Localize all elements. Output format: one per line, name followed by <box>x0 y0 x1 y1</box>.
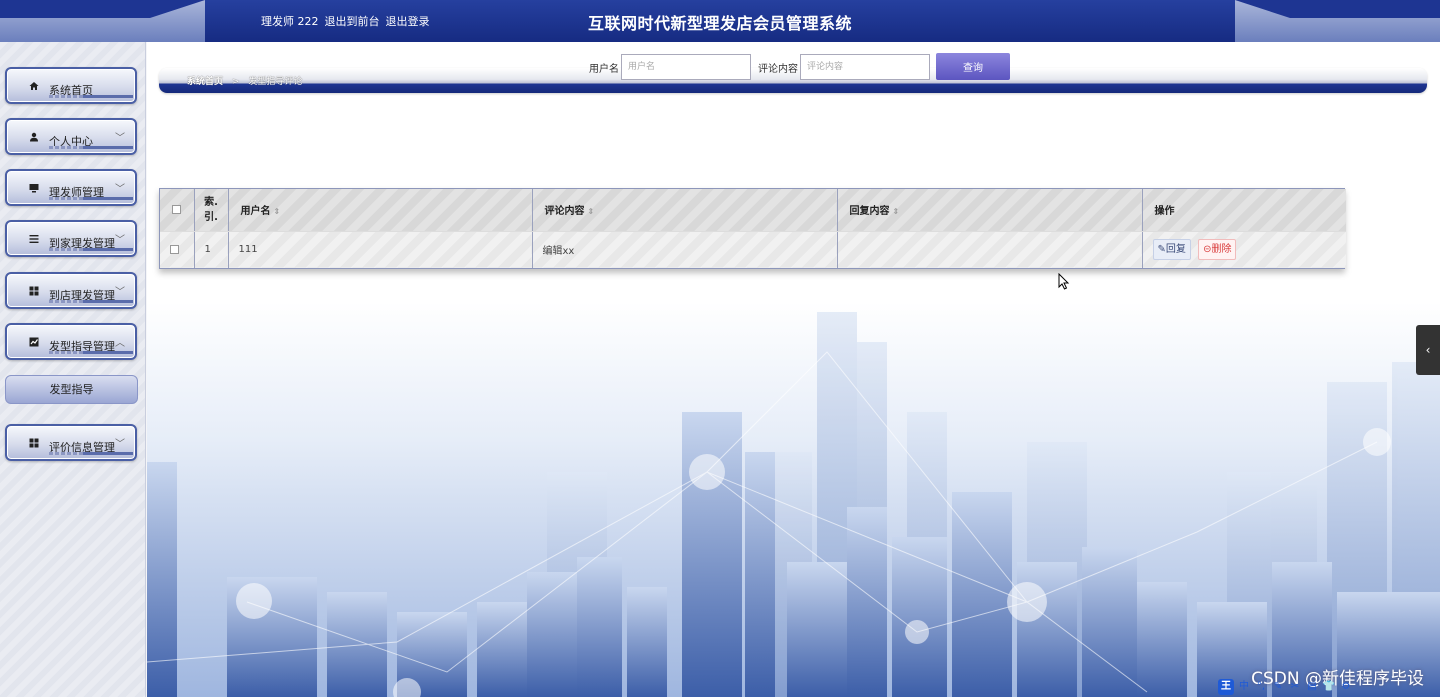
row-username-cell: 111 <box>228 231 533 268</box>
reply-button-label: 回复 <box>1165 244 1186 256</box>
ime-chinese-mode-icon[interactable]: 中 <box>1237 680 1251 694</box>
ime-handwrite-icon[interactable]: ✎ <box>1271 680 1285 694</box>
ime-logo-icon[interactable]: 王 <box>1218 678 1234 695</box>
table-row: 1 111 编辑xx ✎回复 ⊝删除 <box>160 231 1346 268</box>
menu-decoration <box>49 197 133 200</box>
menu-decoration <box>49 351 133 354</box>
column-header-label: 回复内容 <box>849 206 890 218</box>
select-all-header <box>160 189 195 232</box>
username-search-group: 用户名 <box>589 54 751 80</box>
query-button[interactable]: 查询 <box>936 53 1010 80</box>
ime-toolbar: 王 中 °, ✎ ✂ ▤ 👕 ⚙ <box>1218 678 1353 695</box>
comment-search-group: 评论内容 <box>758 54 930 80</box>
ime-punctuation-icon[interactable]: °, <box>1254 680 1268 694</box>
side-panel-toggle[interactable]: ‹ <box>1416 325 1440 375</box>
row-select-cell <box>160 231 195 268</box>
comment-search-input[interactable] <box>800 54 930 80</box>
sort-icon[interactable]: ⇕ <box>893 207 900 216</box>
row-actions-cell: ✎回复 ⊝删除 <box>1142 231 1346 268</box>
column-header-label: 操作 <box>1154 206 1175 218</box>
menu-decoration <box>49 300 133 303</box>
home-icon <box>29 82 39 90</box>
sidebar-item-profile[interactable]: 个人中心 ﹀ <box>5 118 137 155</box>
comments-table: 索. 引. 用户名 ⇕ 评论内容 ⇕ 回复内容 ⇕ 操作 1 111 编辑xx … <box>159 188 1346 269</box>
ime-skin-icon[interactable]: 👕 <box>1322 680 1336 694</box>
menu-decoration <box>49 248 133 251</box>
monitor-icon <box>29 184 39 193</box>
row-comment-cell: 编辑xx <box>532 231 838 268</box>
ime-tools-icon[interactable]: ✂ <box>1288 680 1302 694</box>
username-search-input[interactable] <box>621 54 751 80</box>
grid-icon <box>29 286 39 296</box>
column-header-username[interactable]: 用户名 ⇕ <box>228 189 533 232</box>
index-header-line1: 索. <box>204 196 218 208</box>
mouse-cursor-icon <box>1058 273 1070 290</box>
table-header-row: 索. 引. 用户名 ⇕ 评论内容 ⇕ 回复内容 ⇕ 操作 <box>160 189 1346 232</box>
chevron-down-icon: ﹀ <box>115 287 125 298</box>
sidebar: 系统首页 个人中心 ﹀ 理发师管理 ﹀ 到家理发管理 ﹀ 到店理发管理 ﹀ 发型… <box>0 42 146 697</box>
chevron-down-icon: ﹀ <box>115 235 125 246</box>
chevron-down-icon: ﹀ <box>115 184 125 195</box>
ime-keyboard-icon[interactable]: ▤ <box>1305 680 1319 694</box>
main-content: 系统首页 > 发型指导评论 用户名 评论内容 查询 <box>147 42 1440 697</box>
sidebar-subitem-hairstyle-guide[interactable]: 发型指导 <box>5 375 138 404</box>
column-header-label: 评论内容 <box>544 206 585 218</box>
sidebar-item-reviews[interactable]: 评价信息管理 ﹀ <box>5 424 137 461</box>
chevron-down-icon: ﹀ <box>115 439 125 450</box>
menu-decoration <box>49 452 133 455</box>
chevron-down-icon: ﹀ <box>115 133 125 144</box>
system-title: 互联网时代新型理发店会员管理系统 <box>587 14 852 33</box>
sidebar-item-hairstyle-guide[interactable]: 发型指导管理 ︿ <box>5 323 137 360</box>
chevron-up-icon: ︿ <box>115 338 125 349</box>
sidebar-item-store-service[interactable]: 到店理发管理 ﹀ <box>5 272 137 309</box>
edit-icon: ✎ <box>1157 244 1166 256</box>
grid-icon <box>29 438 39 448</box>
breadcrumb-separator: > <box>231 77 240 87</box>
city-skyline-background <box>147 302 1440 697</box>
sidebar-item-barber[interactable]: 理发师管理 ﹀ <box>5 169 137 206</box>
user-icon <box>30 132 38 142</box>
top-header: 理发师 222 退出到前台 退出登录 互联网时代新型理发店会员管理系统 <box>0 0 1440 42</box>
menu-decoration <box>49 95 133 98</box>
menu-decoration <box>49 146 133 149</box>
comment-search-label: 评论内容 <box>758 63 798 75</box>
column-header-label: 用户名 <box>240 206 271 218</box>
column-header-actions: 操作 <box>1142 189 1346 232</box>
sort-icon[interactable]: ⇕ <box>588 207 595 216</box>
sidebar-item-home-service[interactable]: 到家理发管理 ﹀ <box>5 220 137 257</box>
sidebar-item-home[interactable]: 系统首页 <box>5 67 137 104</box>
breadcrumb-home[interactable]: 系统首页 <box>187 77 223 87</box>
reply-button[interactable]: ✎回复 <box>1152 239 1191 261</box>
row-reply-cell <box>837 231 1143 268</box>
select-all-checkbox[interactable] <box>172 204 181 214</box>
list-icon <box>29 235 39 243</box>
username-search-label: 用户名 <box>589 63 619 75</box>
sort-icon[interactable]: ⇕ <box>274 207 281 216</box>
delete-button[interactable]: ⊝删除 <box>1198 239 1237 261</box>
column-header-reply[interactable]: 回复内容 ⇕ <box>837 189 1143 232</box>
column-header-comment[interactable]: 评论内容 ⇕ <box>532 189 838 232</box>
chart-icon <box>29 337 39 347</box>
delete-button-label: 删除 <box>1211 244 1232 256</box>
index-header-line2: 引. <box>204 211 218 223</box>
ime-settings-icon[interactable]: ⚙ <box>1339 680 1353 694</box>
row-index-cell: 1 <box>194 231 229 268</box>
row-checkbox[interactable] <box>170 244 179 254</box>
chevron-left-icon: ‹ <box>1425 343 1431 357</box>
breadcrumb: 系统首页 > 发型指导评论 <box>187 74 302 87</box>
column-header-index: 索. 引. <box>194 189 229 232</box>
breadcrumb-current: 发型指导评论 <box>248 77 303 87</box>
